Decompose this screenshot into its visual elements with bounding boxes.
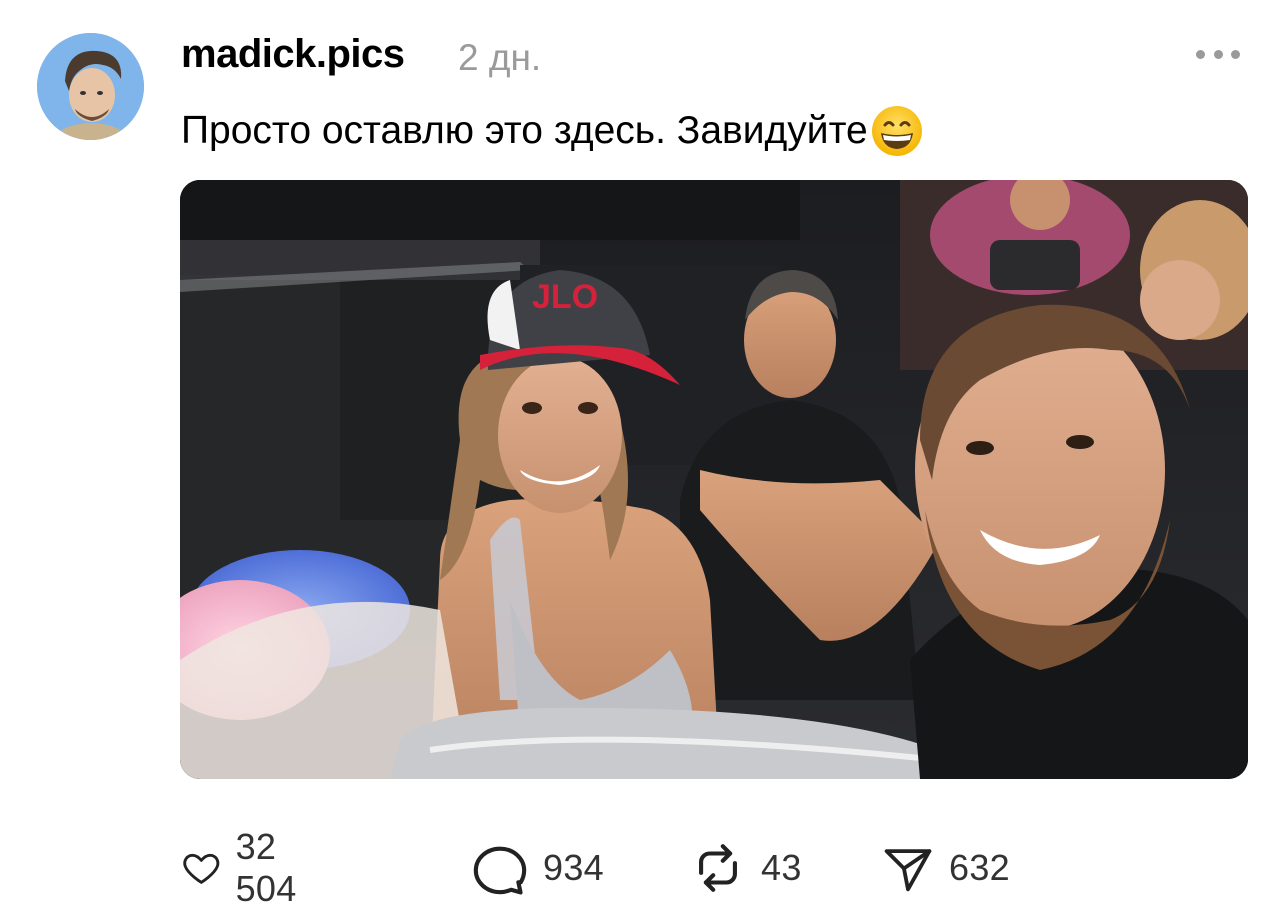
avatar-image bbox=[37, 33, 144, 140]
avatar[interactable] bbox=[37, 33, 144, 140]
photo-image: JLO bbox=[180, 180, 1248, 779]
post-time: 2 дн. bbox=[458, 37, 542, 78]
username[interactable]: madick.pics bbox=[181, 28, 405, 80]
shares-count: 632 bbox=[949, 847, 1010, 888]
grinning-emoji-icon bbox=[871, 106, 922, 156]
post-photo[interactable]: JLO bbox=[180, 180, 1248, 779]
likes-count: 32 504 bbox=[235, 826, 297, 909]
comment-button[interactable]: 934 bbox=[471, 838, 604, 898]
reposts-count: 43 bbox=[761, 847, 802, 888]
comments-count: 934 bbox=[543, 847, 604, 888]
repost-button[interactable]: 43 bbox=[689, 838, 802, 898]
more-options-icon[interactable] bbox=[1196, 48, 1240, 60]
repost-icon bbox=[699, 844, 737, 892]
send-icon bbox=[884, 849, 932, 892]
share-button[interactable]: 632 bbox=[881, 838, 1010, 898]
cap-logo-text: JLO bbox=[532, 278, 598, 316]
comment-icon bbox=[473, 846, 527, 895]
heart-icon bbox=[183, 853, 220, 884]
like-button[interactable]: 32 504 bbox=[181, 826, 314, 909]
post-caption: Просто оставлю это здесь. Завидуйте bbox=[181, 104, 924, 158]
caption-text: Просто оставлю это здесь. Завидуйте bbox=[181, 109, 868, 152]
